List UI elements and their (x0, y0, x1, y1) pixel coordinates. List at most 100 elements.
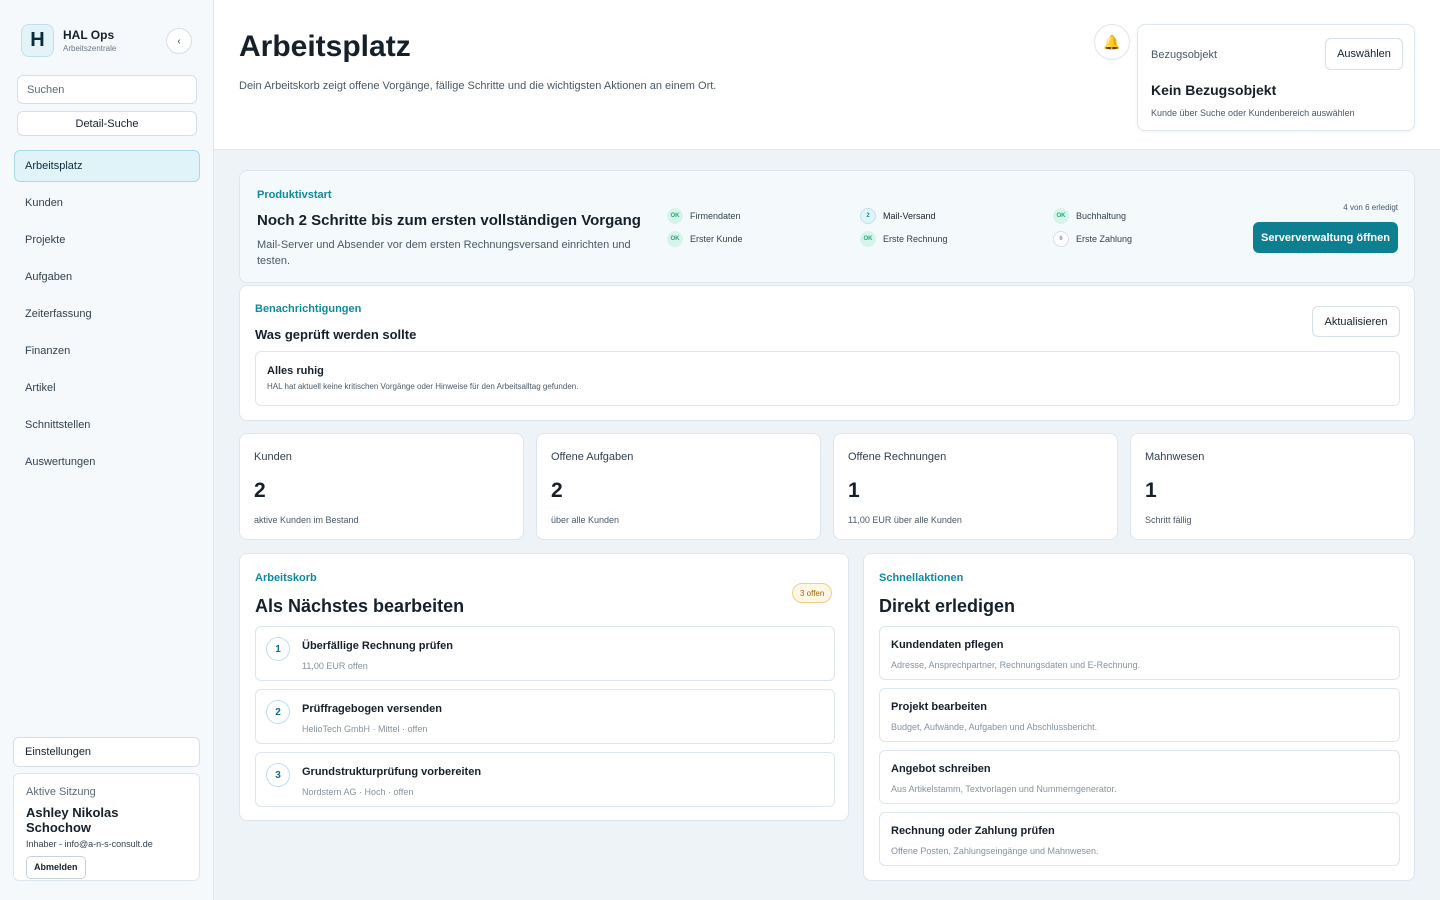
work-item-title: Grundstrukturprüfung vorbereiten (302, 766, 482, 778)
stat-value: 1 (1145, 479, 1157, 502)
search-input[interactable] (17, 75, 197, 104)
brand[interactable]: H HAL Ops Arbeitszentrale (21, 24, 116, 57)
step-badge: OK (1053, 208, 1069, 224)
sidebar-item-kunden[interactable]: Kunden (14, 187, 200, 219)
session-user-name: Ashley Nikolas Schochow (26, 805, 119, 835)
quick-action-subtext: Budget, Aufwände, Aufgaben und Abschluss… (891, 722, 1098, 732)
work-item-title: Prüffragebogen versenden (302, 703, 442, 715)
sidebar-item-auswertungen[interactable]: Auswertungen (14, 446, 200, 478)
reference-label: Bezugsobjekt (1151, 49, 1218, 61)
stat-subtext: Schritt fällig (1145, 515, 1192, 525)
quick-actions-eyebrow: Schnellaktionen (879, 572, 964, 584)
step-badge: 2 (860, 208, 876, 224)
sidebar-item-aufgaben[interactable]: Aufgaben (14, 261, 200, 293)
session-user-role: Inhaber - info@a-n-s-consult.de (26, 839, 153, 849)
step-buchhaltung[interactable]: OK Buchhaltung (1053, 208, 1126, 224)
step-label: Firmendaten (690, 211, 741, 221)
logout-button[interactable]: Abmelden (26, 856, 86, 879)
notifications-title: Was geprüft werden sollte (255, 327, 417, 342)
step-label: Erster Kunde (690, 234, 743, 244)
notifications-eyebrow: Benachrichtigungen (255, 303, 362, 315)
step-erste-zahlung[interactable]: 6 Erste Zahlung (1053, 231, 1132, 247)
step-erste-rechnung[interactable]: OK Erste Rechnung (860, 231, 948, 247)
step-label: Buchhaltung (1076, 211, 1127, 221)
productive-start-card: Produktivstart Noch 2 Schritte bis zum e… (239, 170, 1415, 283)
chevron-left-icon: ‹ (177, 35, 181, 47)
quick-actions-title: Direkt erledigen (879, 596, 1016, 616)
quick-action-subtext: Aus Artikelstamm, Textvorlagen und Numme… (891, 784, 1117, 794)
reference-select-button[interactable]: Auswählen (1325, 38, 1403, 70)
stat-subtext: 11,00 EUR über alle Kunden (848, 515, 962, 525)
session-card: Aktive Sitzung Ashley Nikolas Schochow I… (13, 773, 200, 881)
step-firmendaten[interactable]: OK Firmendaten (667, 208, 741, 224)
quick-action-title: Angebot schreiben (891, 763, 991, 775)
work-item-number: 1 (266, 637, 290, 661)
stat-label: Kunden (254, 451, 292, 463)
open-server-admin-button[interactable]: Serververwaltung öffnen (1253, 222, 1398, 253)
stat-card-offene-aufgaben[interactable]: Offene Aufgaben 2 über alle Kunden (536, 433, 821, 540)
step-badge: 6 (1053, 231, 1069, 247)
work-item-number: 2 (266, 700, 290, 724)
quick-action-kundendaten[interactable]: Kundendaten pflegen Adresse, Ansprechpar… (879, 626, 1400, 680)
productive-start-eyebrow: Produktivstart (257, 189, 332, 201)
notification-status-title: Alles ruhig (267, 365, 324, 377)
work-item[interactable]: 3 Grundstrukturprüfung vorbereiten Nords… (255, 752, 835, 807)
stat-value: 1 (848, 479, 860, 502)
stat-card-kunden[interactable]: Kunden 2 aktive Kunden im Bestand (239, 433, 524, 540)
stat-label: Offene Aufgaben (551, 451, 634, 463)
notifications-card: Benachrichtigungen Was geprüft werden so… (239, 285, 1415, 421)
stat-label: Offene Rechnungen (848, 451, 947, 463)
quick-action-angebot[interactable]: Angebot schreiben Aus Artikelstamm, Text… (879, 750, 1400, 804)
step-badge: OK (667, 231, 683, 247)
sidebar: H HAL Ops Arbeitszentrale ‹ Detail-Suche… (0, 0, 214, 900)
quick-action-title: Kundendaten pflegen (891, 639, 1004, 651)
stat-card-offene-rechnungen[interactable]: Offene Rechnungen 1 11,00 EUR über alle … (833, 433, 1118, 540)
workbasket-title: Als Nächstes bearbeiten (255, 596, 465, 616)
sidebar-item-zeiterfassung[interactable]: Zeiterfassung (14, 298, 200, 330)
quick-action-title: Projekt bearbeiten (891, 701, 987, 713)
stat-label: Mahnwesen (1145, 451, 1205, 463)
settings-button[interactable]: Einstellungen (13, 737, 200, 767)
sidebar-item-finanzen[interactable]: Finanzen (14, 335, 200, 367)
page-title: Arbeitsplatz (239, 30, 411, 63)
reference-hint: Kunde über Suche oder Kundenbereich ausw… (1151, 108, 1355, 118)
sidebar-item-projekte[interactable]: Projekte (14, 224, 200, 256)
stat-subtext: aktive Kunden im Bestand (254, 515, 359, 525)
open-count-badge: 3 offen (792, 583, 833, 603)
reference-object-card: Bezugsobjekt Auswählen Kein Bezugsobjekt… (1137, 24, 1415, 131)
refresh-button[interactable]: Aktualisieren (1312, 306, 1400, 337)
session-label: Aktive Sitzung (26, 786, 96, 798)
step-badge: OK (667, 208, 683, 224)
work-item-subtext: Nordstern AG · Hoch · offen (302, 787, 414, 797)
quick-action-title: Rechnung oder Zahlung prüfen (891, 825, 1055, 837)
stat-subtext: über alle Kunden (551, 515, 620, 525)
work-item[interactable]: 2 Prüffragebogen versenden HelioTech Gmb… (255, 689, 835, 744)
quick-action-subtext: Offene Posten, Zahlungseingänge und Mahn… (891, 846, 1099, 856)
notifications-button[interactable]: 🔔 (1094, 24, 1130, 60)
stat-value: 2 (551, 479, 563, 502)
notification-status-text: HAL hat aktuell keine kritischen Vorgäng… (267, 382, 579, 391)
step-erster-kunde[interactable]: OK Erster Kunde (667, 231, 743, 247)
app-name: HAL Ops (63, 28, 115, 42)
collapse-sidebar-button[interactable]: ‹ (166, 28, 192, 54)
work-item-subtext: HelioTech GmbH · Mittel · offen (302, 724, 428, 734)
sidebar-item-schnittstellen[interactable]: Schnittstellen (14, 409, 200, 441)
sidebar-nav: Arbeitsplatz Kunden Projekte Aufgaben Ze… (14, 150, 200, 483)
sidebar-item-arbeitsplatz[interactable]: Arbeitsplatz (14, 150, 200, 182)
quick-action-rechnung[interactable]: Rechnung oder Zahlung prüfen Offene Post… (879, 812, 1400, 866)
work-item-subtext: 11,00 EUR offen (302, 661, 368, 671)
detail-search-button[interactable]: Detail-Suche (17, 111, 197, 136)
productive-start-description: Mail-Server und Absender vor dem ersten … (257, 239, 631, 267)
step-label: Erste Rechnung (883, 234, 948, 244)
quick-actions-card: Schnellaktionen Direkt erledigen Kundend… (863, 553, 1415, 881)
productive-start-progress: 4 von 6 erledigt (1343, 203, 1398, 212)
work-item[interactable]: 1 Überfällige Rechnung prüfen 11,00 EUR … (255, 626, 835, 681)
sidebar-item-artikel[interactable]: Artikel (14, 372, 200, 404)
page-header: Arbeitsplatz Dein Arbeitskorb zeigt offe… (214, 0, 1440, 150)
productive-start-title: Noch 2 Schritte bis zum ersten vollständ… (257, 212, 641, 229)
work-item-number: 3 (266, 763, 290, 787)
step-mail-versand[interactable]: 2 Mail-Versand (860, 208, 936, 224)
quick-action-projekt[interactable]: Projekt bearbeiten Budget, Aufwände, Auf… (879, 688, 1400, 742)
stat-card-mahnwesen[interactable]: Mahnwesen 1 Schritt fällig (1130, 433, 1415, 540)
app-subtitle: Arbeitszentrale (63, 44, 117, 53)
